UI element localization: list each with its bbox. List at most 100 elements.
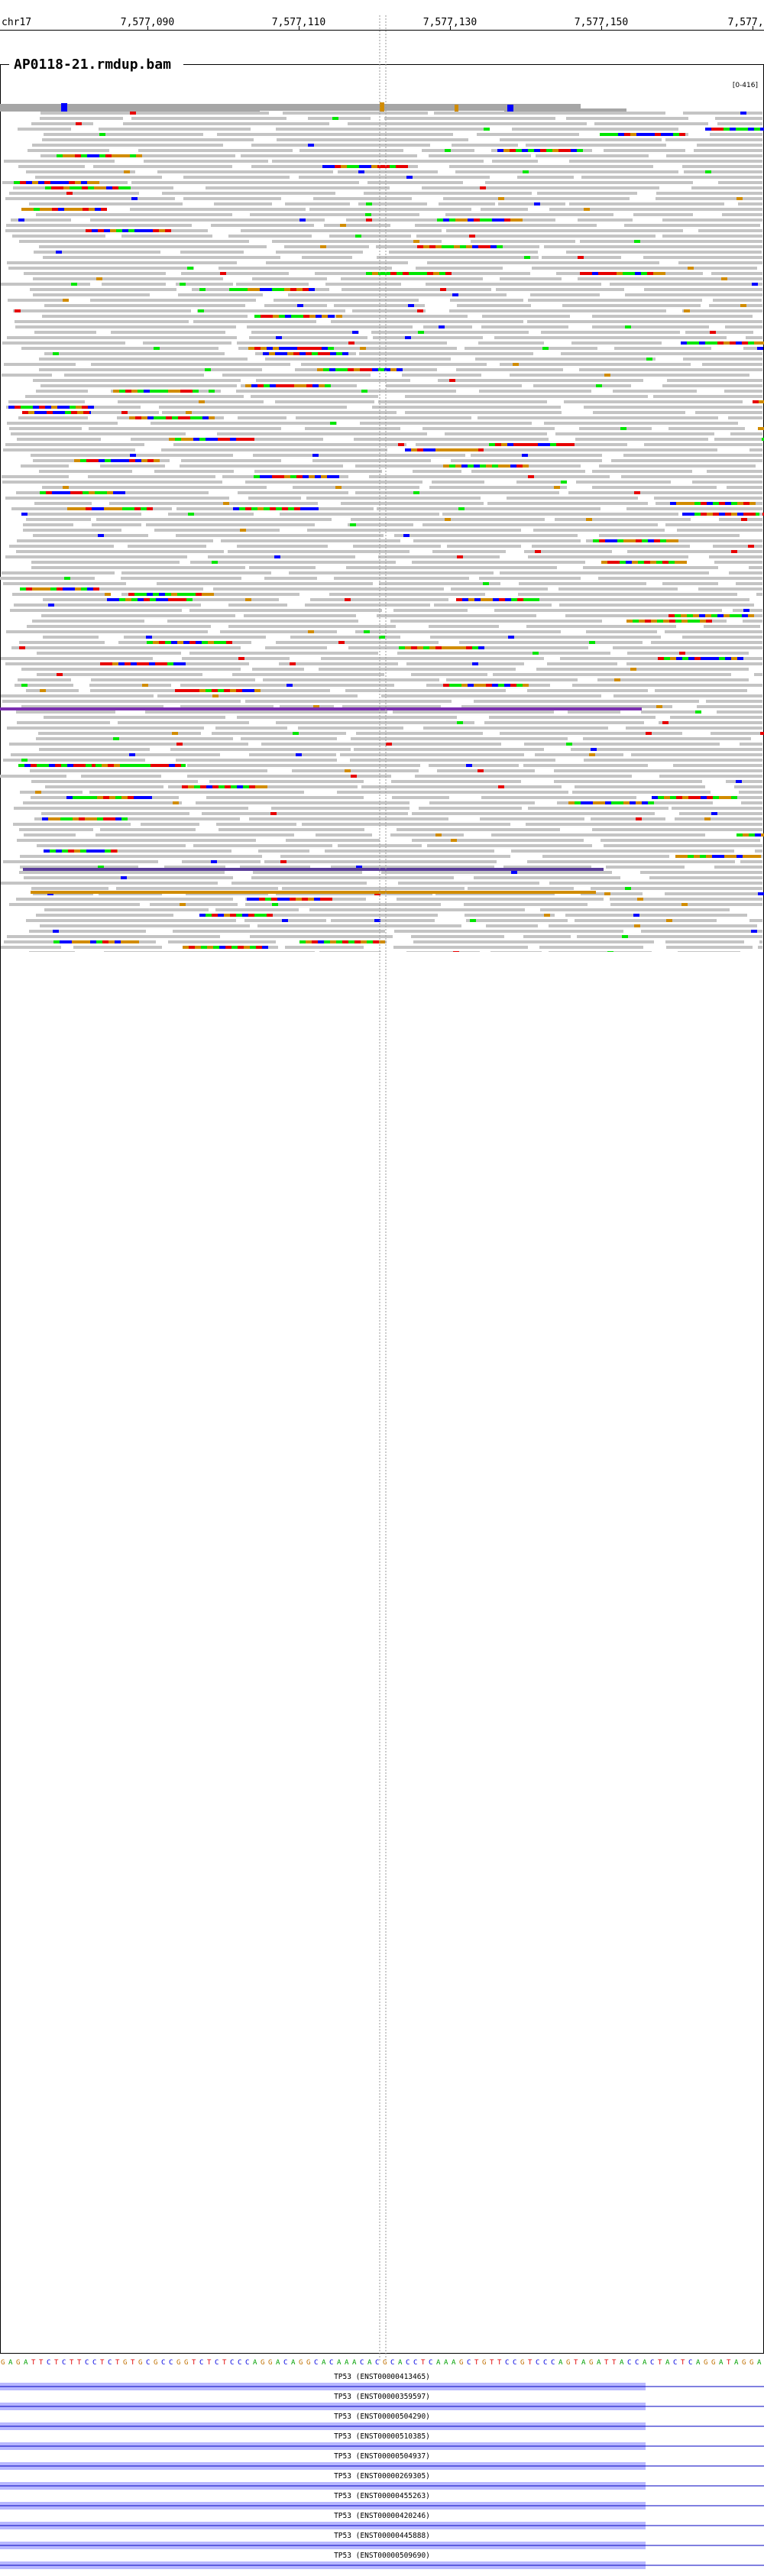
mismatch <box>113 390 119 393</box>
mismatch <box>40 491 46 494</box>
mismatch <box>66 940 72 943</box>
read <box>25 395 244 398</box>
mismatch <box>586 518 592 521</box>
read <box>346 566 557 569</box>
read <box>728 416 762 419</box>
mismatch <box>417 646 423 649</box>
mismatch <box>206 438 212 441</box>
read <box>6 224 192 227</box>
mismatch <box>147 229 153 232</box>
reference-base: C <box>199 2359 204 2367</box>
read <box>390 620 602 623</box>
read <box>324 224 390 227</box>
mismatch <box>296 288 303 291</box>
mismatch <box>97 796 103 799</box>
position-ruler[interactable]: chr17 7,577,090 7,577,110 7,577,130 7,57… <box>0 0 764 31</box>
read <box>44 133 203 136</box>
read <box>494 336 727 339</box>
read <box>283 112 428 115</box>
read <box>9 427 82 430</box>
read <box>626 727 762 730</box>
read-alignments[interactable] <box>0 112 764 952</box>
read <box>626 662 762 665</box>
reference-base: T <box>100 2359 105 2367</box>
mismatch <box>93 154 99 157</box>
mismatch <box>724 341 730 345</box>
read <box>455 170 678 173</box>
mismatch <box>306 384 312 387</box>
transcript-label[interactable]: TP53 (ENST00000413465) <box>0 2373 764 2381</box>
read <box>21 668 241 671</box>
track-title[interactable]: AP0118-21.rmdup.bam <box>9 57 176 73</box>
mismatch <box>122 229 128 232</box>
transcript-label[interactable]: TP53 (ENST00000269305) <box>0 2472 764 2481</box>
read <box>91 363 290 366</box>
read <box>236 390 456 393</box>
transcript-label[interactable]: TP53 (ENST00000504290) <box>0 2413 764 2421</box>
read <box>481 325 568 328</box>
mismatch <box>79 507 86 510</box>
reference-base: T <box>497 2359 502 2367</box>
mismatch <box>82 406 88 409</box>
transcript-label[interactable]: TP53 (ENST00000504937) <box>0 2452 764 2461</box>
mismatch <box>396 165 402 168</box>
mismatch <box>731 657 737 660</box>
mismatch <box>466 764 472 767</box>
mismatch <box>328 347 334 350</box>
read <box>704 625 760 628</box>
read <box>724 390 762 393</box>
mismatch <box>725 657 731 660</box>
read <box>7 727 204 730</box>
mismatch <box>53 940 60 943</box>
mismatch <box>254 288 260 291</box>
transcript-label[interactable]: TP53 (ENST00000445888) <box>0 2532 764 2540</box>
reference-sequence-track[interactable]: GAGATTCTCTTCCTCTGTGCGCCGGTCTCTCCCAGGACAG… <box>0 2359 764 2368</box>
reference-base: T <box>222 2359 227 2367</box>
mismatch <box>540 149 546 152</box>
mismatch <box>21 208 28 211</box>
mismatch <box>173 662 180 665</box>
mismatch <box>483 582 489 585</box>
mismatch <box>607 561 613 564</box>
read <box>145 710 387 714</box>
mismatch <box>417 245 423 248</box>
mismatch <box>180 662 186 665</box>
read <box>35 176 162 179</box>
mismatch <box>187 438 193 441</box>
read <box>141 823 199 826</box>
read <box>31 566 245 569</box>
mismatch <box>115 940 121 943</box>
read <box>2 341 125 345</box>
mismatch <box>165 229 171 232</box>
transcript-label[interactable]: TP53 (ENST00000509690) <box>0 2552 764 2560</box>
mismatch <box>267 315 273 318</box>
read <box>698 587 762 591</box>
transcript-label[interactable]: TP53 (ENST00000455263) <box>0 2492 764 2500</box>
transcript-label[interactable]: TP53 (ENST00000510385) <box>0 2432 764 2441</box>
transcript-label[interactable]: TP53 (ENST00000420246) <box>0 2512 764 2520</box>
gene-track[interactable]: TP53 (ENST00000413465) TP53 (ENST0000035… <box>0 2368 764 2574</box>
mismatch <box>169 764 175 767</box>
coverage-track[interactable] <box>0 102 764 112</box>
reference-base: T <box>727 2359 731 2367</box>
read <box>124 636 266 639</box>
mismatch <box>617 539 623 542</box>
mismatch <box>90 940 96 943</box>
mismatch <box>361 390 367 393</box>
read <box>43 636 99 639</box>
read <box>707 470 762 473</box>
mismatch <box>366 368 372 371</box>
mismatch <box>279 315 285 318</box>
read <box>544 245 762 248</box>
mismatch <box>384 272 390 275</box>
read <box>104 951 315 952</box>
read <box>33 277 223 280</box>
read <box>276 128 490 131</box>
read <box>251 144 430 147</box>
reference-base: C <box>513 2359 517 2367</box>
mismatch <box>121 940 127 943</box>
mismatch <box>116 507 122 510</box>
mismatch <box>63 486 69 489</box>
mismatch <box>658 796 664 799</box>
transcript-label[interactable]: TP53 (ENST00000359597) <box>0 2393 764 2401</box>
